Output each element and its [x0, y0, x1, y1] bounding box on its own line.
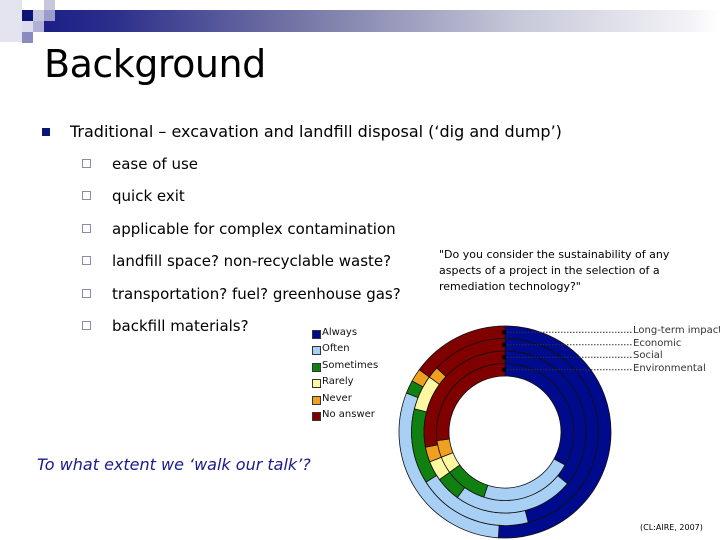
ring-leader-dot — [501, 342, 507, 347]
ring-label: Environmental — [633, 362, 706, 374]
ring-leader-dot — [501, 367, 507, 372]
ring-label: Economic — [633, 337, 682, 349]
ring-label: Long-term impact — [633, 325, 720, 337]
ring-label: Social — [633, 350, 663, 362]
ring-leader-dot — [501, 355, 507, 360]
walk-our-talk-text: To what extent we ‘walk our talk’? — [37, 455, 311, 474]
citation: (CL:AIRE, 2007) — [640, 523, 703, 532]
ring-leader-dot — [501, 330, 507, 335]
